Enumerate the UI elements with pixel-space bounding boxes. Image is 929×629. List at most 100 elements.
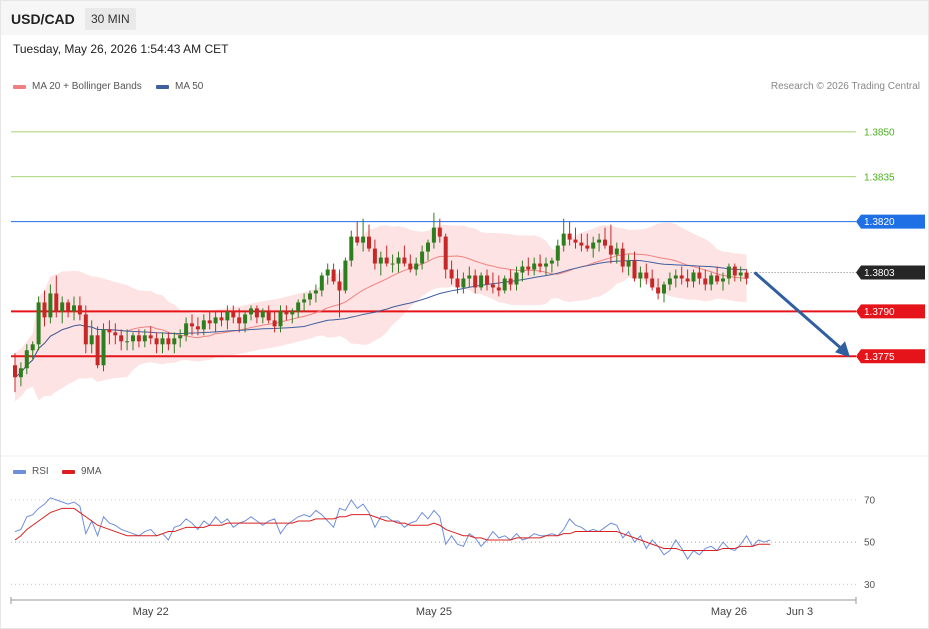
candle-body (703, 278, 708, 285)
candle-body (608, 245, 613, 255)
candle-body (249, 308, 253, 315)
candle-body (473, 275, 478, 288)
candle-body (66, 302, 71, 312)
candle (331, 263, 336, 285)
candle-body (30, 344, 35, 351)
candle-body (420, 251, 425, 264)
candle-body (455, 278, 460, 288)
candle-body (184, 323, 189, 336)
candle-body (225, 311, 230, 321)
candle-body (148, 335, 153, 339)
candle-body (673, 275, 678, 279)
candle-body (272, 320, 277, 327)
x-tick-label: May 26 (711, 606, 747, 618)
candle-body (721, 278, 725, 282)
candle-body (496, 287, 501, 291)
candle (355, 221, 360, 246)
candle-body (190, 323, 194, 327)
candle-body (396, 257, 401, 264)
candle-body (219, 317, 224, 321)
candle-body (142, 335, 147, 342)
candle-body (72, 305, 76, 312)
candle-body (697, 272, 702, 279)
candle-body (119, 335, 124, 342)
candle-body (243, 314, 248, 324)
price-tag: 1.3803 (856, 265, 925, 280)
x-tick-label: May 25 (416, 606, 452, 618)
candle-body (709, 275, 714, 285)
candle-body (555, 245, 560, 261)
candle-body (201, 320, 206, 330)
price-tag: 1.3820 (856, 214, 925, 229)
price-tag-label: 1.3835 (864, 172, 895, 183)
rsi-level-label: 70 (864, 495, 876, 506)
price-tag-label: 1.3790 (864, 307, 895, 318)
candle-body (408, 263, 413, 270)
candle-body (361, 236, 366, 243)
candle-body (585, 245, 590, 249)
candle-body (260, 311, 265, 318)
rsi-level-label: 50 (864, 538, 876, 549)
candle-body (172, 338, 177, 345)
candle-body (296, 302, 301, 312)
candle (101, 323, 106, 372)
candle-body (195, 326, 200, 330)
candle-body (449, 269, 454, 279)
price-tag: 1.3790 (856, 304, 925, 319)
candle-body (313, 290, 318, 294)
candle-body (378, 257, 383, 264)
candle-body (213, 317, 218, 324)
candle-body (520, 266, 525, 273)
candle-body (154, 338, 159, 345)
candle-body (508, 278, 513, 285)
candle-body (597, 239, 602, 243)
candle-body (266, 311, 271, 321)
candle-body (337, 281, 342, 291)
candle-body (308, 293, 312, 300)
candle-body (331, 269, 336, 282)
candle-body (567, 233, 572, 240)
candle-body (166, 338, 171, 345)
candle-body (467, 275, 472, 279)
candle-body (426, 242, 430, 252)
candle-body (656, 287, 661, 294)
candle-body (77, 305, 82, 315)
candle-body (278, 311, 283, 327)
candle-body (160, 338, 165, 345)
candle-body (89, 335, 94, 345)
candle-body (107, 329, 112, 333)
candle-body (502, 278, 507, 291)
candle-body (667, 278, 672, 285)
candle-body (614, 248, 619, 255)
candle-body (325, 269, 330, 276)
candle-body (573, 239, 578, 243)
candle-body (237, 317, 242, 324)
candle-body (738, 272, 743, 276)
candle-body (644, 272, 649, 279)
candle-body (691, 272, 696, 282)
candle-body (95, 335, 100, 366)
candle-body (24, 350, 29, 369)
candle-body (431, 227, 436, 243)
candle-body (715, 275, 720, 282)
candle-body (125, 341, 130, 343)
candle-body (461, 278, 466, 288)
candle-body (744, 272, 749, 279)
candle-body (113, 332, 118, 336)
candle-body (662, 284, 666, 294)
candle-body (443, 236, 448, 270)
projection-arrow-shaft (753, 271, 842, 350)
candle-body (349, 236, 354, 261)
candle-body (603, 239, 607, 246)
candle (662, 281, 666, 303)
candle-body (544, 263, 548, 267)
candle-body (561, 233, 566, 246)
candle-body (384, 257, 389, 264)
price-chart-svg[interactable]: 1.3850 1.3835 1.3820 1.3803 1.3790 1.3775 30 50… (0, 0, 929, 629)
candle-body (231, 311, 236, 318)
candle-body (48, 293, 53, 318)
candle-body (726, 266, 731, 279)
price-tag-label: 1.3803 (864, 268, 895, 279)
x-tick-label: May 22 (133, 606, 169, 618)
candle-body (679, 275, 684, 279)
